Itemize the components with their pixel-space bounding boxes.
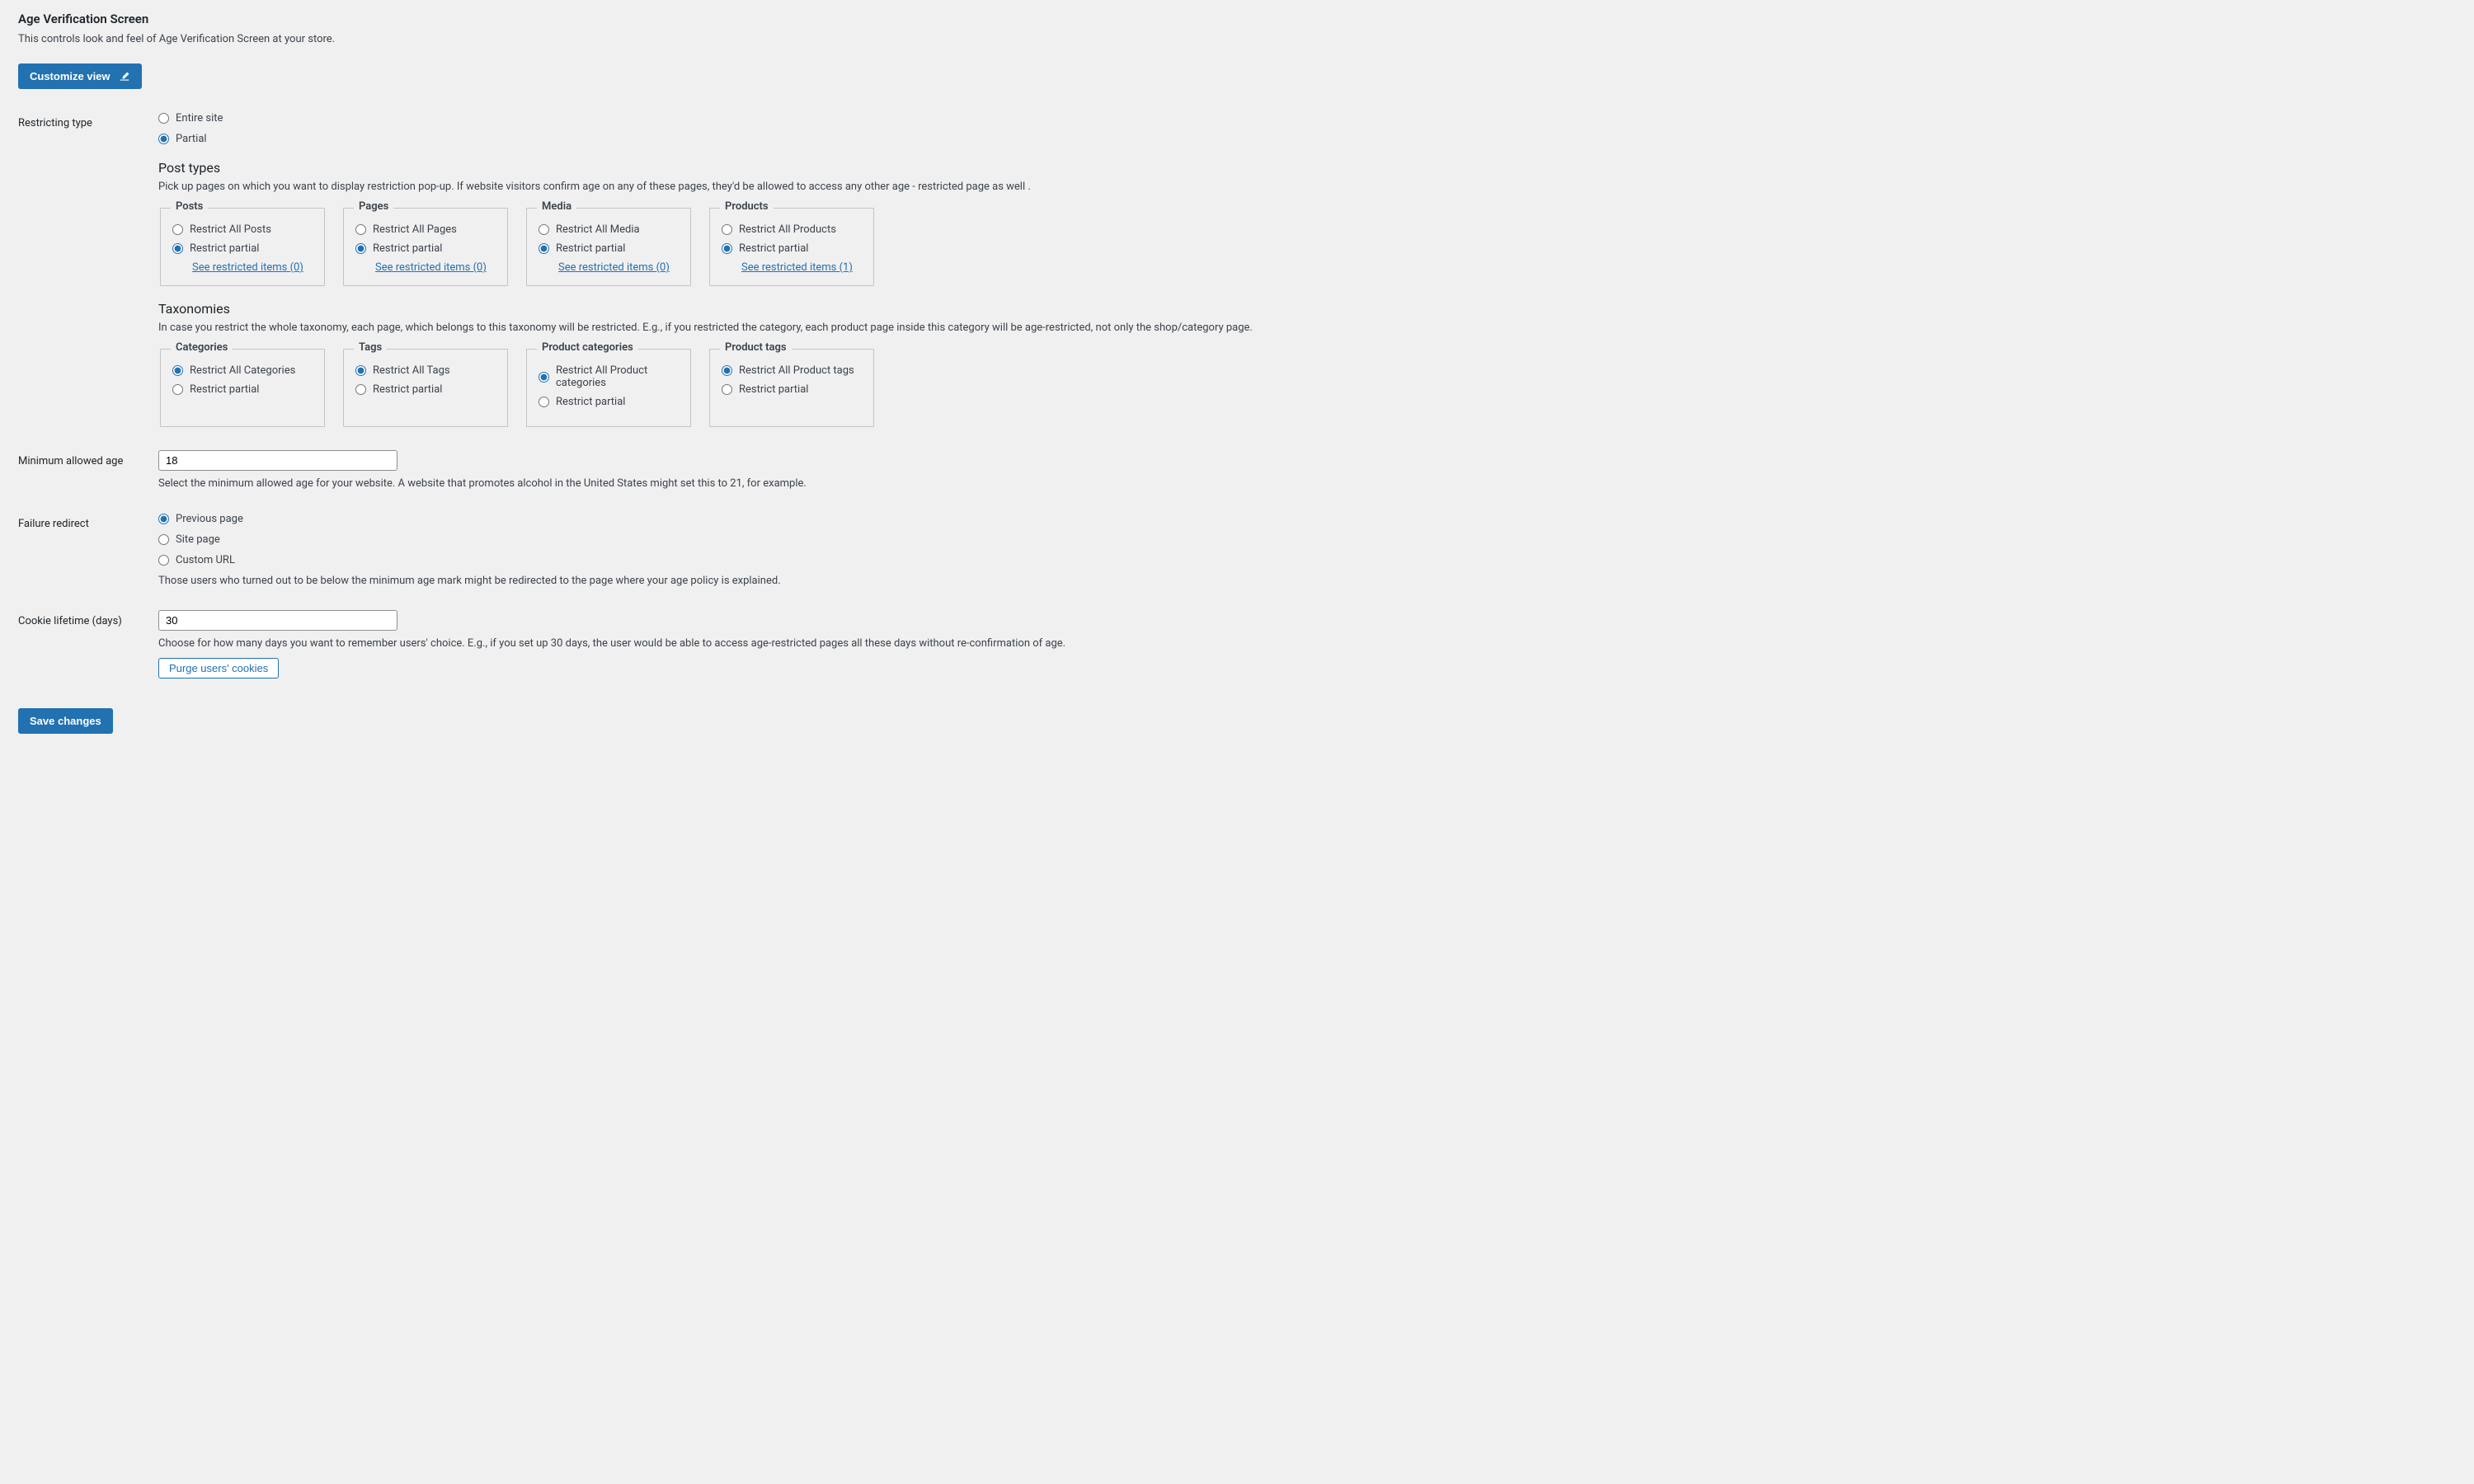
post-type-partial-label-3: Restrict partial — [739, 242, 808, 255]
post-type-fieldset-0: PostsRestrict All PostsRestrict partialS… — [160, 208, 325, 286]
post-type-partial-label-2: Restrict partial — [556, 242, 625, 255]
taxonomy-partial-radio-0[interactable] — [172, 384, 183, 395]
taxonomy-partial-label-3: Restrict partial — [739, 383, 808, 396]
taxonomy-all-label-0: Restrict All Categories — [190, 364, 295, 377]
post-type-all-radio-3[interactable] — [722, 224, 732, 235]
taxonomy-fieldset-1: TagsRestrict All TagsRestrict partial — [343, 349, 508, 427]
customize-view-button[interactable]: Customize view — [18, 63, 142, 89]
post-type-all-label-0: Restrict All Posts — [190, 223, 271, 236]
cookie-lifetime-help: Choose for how many days you want to rem… — [158, 637, 2456, 650]
taxonomy-fieldset-2: Product categoriesRestrict All Product c… — [526, 349, 691, 427]
post-type-see-items-link-2[interactable]: See restricted items (0) — [558, 261, 670, 274]
restricting-type-partial-label: Partial — [176, 133, 207, 145]
taxonomies-description: In case you restrict the whole taxonomy,… — [158, 322, 2456, 334]
taxonomy-legend-3: Product tags — [720, 341, 792, 354]
post-type-legend-3: Products — [720, 200, 774, 213]
taxonomy-partial-label-1: Restrict partial — [373, 383, 442, 396]
post-type-all-label-2: Restrict All Media — [556, 223, 640, 236]
restricting-type-entire-radio[interactable] — [158, 113, 169, 124]
cookie-lifetime-label: Cookie lifetime (days) — [18, 610, 158, 702]
brush-icon — [119, 71, 130, 82]
post-types-heading: Post types — [158, 160, 2456, 176]
restricting-type-partial-radio[interactable] — [158, 134, 169, 144]
taxonomy-partial-radio-1[interactable] — [355, 384, 366, 395]
taxonomy-all-label-1: Restrict All Tags — [373, 364, 450, 377]
post-type-partial-radio-2[interactable] — [539, 243, 549, 254]
min-age-label: Minimum allowed age — [18, 450, 158, 513]
min-age-input[interactable] — [158, 450, 397, 471]
post-type-partial-label-1: Restrict partial — [373, 242, 442, 255]
failure-redirect-custom-label: Custom URL — [176, 554, 235, 566]
taxonomy-partial-label-0: Restrict partial — [190, 383, 259, 396]
post-type-partial-radio-0[interactable] — [172, 243, 183, 254]
restricting-type-entire-label: Entire site — [176, 112, 223, 124]
post-type-partial-label-0: Restrict partial — [190, 242, 259, 255]
page-description: This controls look and feel of Age Verif… — [18, 33, 2456, 45]
taxonomy-legend-2: Product categories — [537, 341, 638, 354]
post-type-all-radio-1[interactable] — [355, 224, 366, 235]
post-type-fieldset-1: PagesRestrict All PagesRestrict partialS… — [343, 208, 508, 286]
taxonomies-heading: Taxonomies — [158, 301, 2456, 317]
taxonomy-partial-label-2: Restrict partial — [556, 396, 625, 408]
taxonomy-legend-1: Tags — [354, 341, 387, 354]
post-type-all-label-3: Restrict All Products — [739, 223, 836, 236]
post-type-legend-2: Media — [537, 200, 576, 213]
post-type-partial-radio-3[interactable] — [722, 243, 732, 254]
taxonomy-legend-0: Categories — [171, 341, 233, 354]
post-type-all-radio-2[interactable] — [539, 224, 549, 235]
post-type-fieldset-2: MediaRestrict All MediaRestrict partialS… — [526, 208, 691, 286]
failure-redirect-label: Failure redirect — [18, 513, 158, 610]
min-age-help: Select the minimum allowed age for your … — [158, 477, 2456, 490]
post-type-legend-1: Pages — [354, 200, 393, 213]
taxonomy-fieldset-0: CategoriesRestrict All CategoriesRestric… — [160, 349, 325, 427]
post-type-fieldset-3: ProductsRestrict All ProductsRestrict pa… — [709, 208, 874, 286]
failure-redirect-custom-radio[interactable] — [158, 555, 169, 566]
taxonomy-all-label-2: Restrict All Product categories — [556, 364, 679, 389]
taxonomy-partial-radio-3[interactable] — [722, 384, 732, 395]
save-changes-button[interactable]: Save changes — [18, 708, 113, 734]
customize-view-label: Customize view — [30, 70, 111, 82]
post-type-all-radio-0[interactable] — [172, 224, 183, 235]
failure-redirect-site-label: Site page — [176, 533, 220, 546]
failure-redirect-site-radio[interactable] — [158, 534, 169, 545]
failure-redirect-previous-label: Previous page — [176, 513, 243, 525]
page-title: Age Verification Screen — [18, 12, 2456, 26]
post-type-all-label-1: Restrict All Pages — [373, 223, 457, 236]
taxonomy-all-radio-2[interactable] — [539, 372, 549, 383]
post-types-description: Pick up pages on which you want to displ… — [158, 181, 2456, 193]
post-type-see-items-link-3[interactable]: See restricted items (1) — [741, 261, 853, 274]
taxonomy-all-radio-1[interactable] — [355, 365, 366, 376]
taxonomy-all-radio-3[interactable] — [722, 365, 732, 376]
failure-redirect-help: Those users who turned out to be below t… — [158, 575, 2456, 587]
taxonomy-all-radio-0[interactable] — [172, 365, 183, 376]
purge-cookies-button[interactable]: Purge users' cookies — [158, 658, 279, 679]
taxonomy-fieldset-3: Product tagsRestrict All Product tagsRes… — [709, 349, 874, 427]
post-type-legend-0: Posts — [171, 200, 208, 213]
taxonomy-partial-radio-2[interactable] — [539, 397, 549, 407]
cookie-lifetime-input[interactable] — [158, 610, 397, 631]
post-type-see-items-link-0[interactable]: See restricted items (0) — [192, 261, 303, 274]
post-type-partial-radio-1[interactable] — [355, 243, 366, 254]
failure-redirect-previous-radio[interactable] — [158, 514, 169, 524]
restricting-type-label: Restricting type — [18, 112, 158, 450]
taxonomy-all-label-3: Restrict All Product tags — [739, 364, 854, 377]
post-type-see-items-link-1[interactable]: See restricted items (0) — [375, 261, 487, 274]
